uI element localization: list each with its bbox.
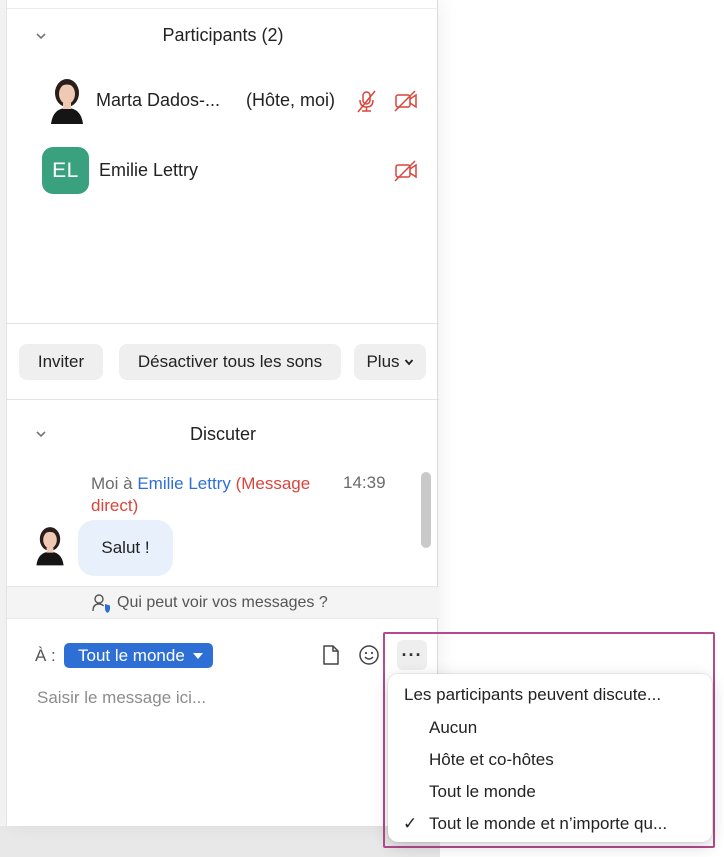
message-time: 14:39: [343, 473, 386, 492]
to-label: À :: [35, 646, 56, 665]
participants-header[interactable]: Participants (2): [7, 16, 439, 56]
video-off-icon[interactable]: [393, 88, 419, 114]
chat-title: Discuter: [189, 424, 256, 444]
panel-top-border: [7, 8, 439, 9]
participant-row[interactable]: Marta Dados-... (Hôte, moi): [7, 74, 439, 130]
participant-name: Marta Dados-...: [96, 90, 221, 110]
who-can-see-bar[interactable]: Qui peut voir vos messages ?: [7, 586, 439, 619]
recipient-dropdown[interactable]: Tout le monde: [64, 643, 213, 668]
menu-item-hote-cohotes[interactable]: Hôte et co-hôtes: [429, 750, 554, 770]
more-options-button[interactable]: Plus: [354, 344, 426, 380]
message-meta: Moi à Emilie Lettry (Message direct): [91, 473, 347, 517]
checkmark-icon: ✓: [403, 814, 418, 833]
chat-scrollbar[interactable]: [421, 472, 431, 548]
message-sender: Moi à: [91, 474, 133, 493]
message-recipient[interactable]: Emilie Lettry: [137, 474, 231, 493]
window-bottom-strip: [0, 826, 440, 857]
menu-item-tout-le-monde[interactable]: Tout le monde: [429, 782, 536, 802]
invite-button[interactable]: Inviter: [19, 344, 103, 380]
divider: [7, 323, 439, 324]
file-icon[interactable]: [319, 643, 343, 667]
mute-all-button[interactable]: Désactiver tous les sons: [119, 344, 341, 380]
divider: [7, 399, 439, 400]
menu-item-aucun[interactable]: Aucun: [429, 718, 477, 738]
side-panel: Participants (2) Marta Dados-... (Hôte, …: [6, 0, 439, 826]
chevron-down-icon: [404, 359, 413, 366]
recipient-label: Tout le monde: [78, 645, 185, 665]
participants-title: Participants (2): [162, 25, 284, 45]
caret-down-icon: [192, 652, 203, 659]
menu-item-tout-le-monde-et-nimporte-qui[interactable]: Tout le monde et n’importe qu...: [429, 814, 667, 834]
participant-row[interactable]: EL Emilie Lettry: [7, 142, 439, 198]
user-avatar-photo: [36, 527, 64, 566]
video-off-icon[interactable]: [393, 158, 419, 184]
participant-role: (Hôte, moi): [246, 90, 336, 110]
user-avatar-photo: [51, 79, 83, 124]
participant-name: Emilie Lettry: [99, 160, 199, 180]
chat-header[interactable]: Discuter: [7, 414, 439, 454]
user-shield-icon: [92, 594, 110, 613]
mic-muted-icon[interactable]: [353, 88, 379, 114]
emoji-icon[interactable]: [357, 643, 381, 667]
menu-header: Les participants peuvent discute...: [404, 685, 662, 704]
more-options-label: Plus: [366, 352, 400, 371]
message-bubble[interactable]: Salut !: [78, 520, 173, 576]
chat-permissions-menu: Les participants peuvent discute... Aucu…: [388, 674, 712, 842]
message-input[interactable]: Saisir le message ici...: [37, 688, 206, 708]
user-avatar-initials: EL: [42, 147, 89, 194]
who-can-see-text: Qui peut voir vos messages ?: [117, 594, 328, 611]
